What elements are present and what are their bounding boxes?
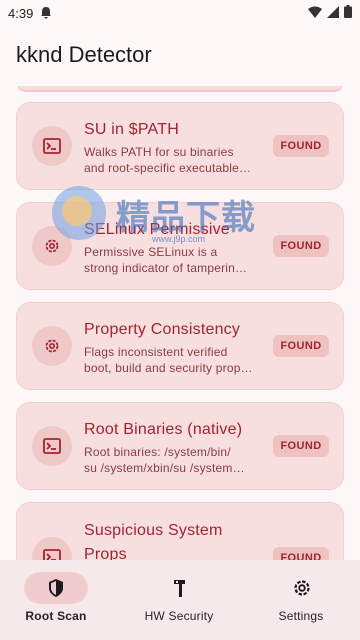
terminal-icon [32,537,72,560]
check-description: Flags inconsistent verified boot, build … [84,345,253,375]
checks-list[interactable]: SU in $PATH Walks PATH for su binaries a… [0,86,360,560]
gear-icon [32,226,72,266]
nav-item-root-scan[interactable]: Root Scan [0,560,120,640]
battery-icon [344,5,352,18]
check-description: Walks PATH for su binaries and root-spec… [84,145,252,175]
status-time: 4:39 [8,5,34,21]
shield-icon [44,576,68,600]
check-card-suspicious-props[interactable]: Suspicious System Props FOUND [16,502,344,560]
check-card-property-consistency[interactable]: Property Consistency Flags inconsistent … [16,302,344,390]
wifi-icon [308,6,322,18]
app-title: kknd Detector [16,42,152,67]
bottom-navigation: Root Scan HW Security Settings [0,560,360,640]
nav-label: Root Scan [25,609,87,623]
check-card-root-binaries[interactable]: Root Binaries (native) Root binaries: /s… [16,402,344,490]
hammer-icon [168,576,192,600]
terminal-icon [32,126,72,166]
status-badge: FOUND [273,335,329,357]
status-badge: FOUND [273,135,329,157]
gear-icon [32,326,72,366]
nav-item-settings[interactable]: Settings [240,560,360,640]
check-title: SU in $PATH [84,121,179,138]
status-bar: 4:39 [0,0,360,26]
status-badge: FOUND [273,547,329,560]
nav-label: HW Security [144,609,214,623]
nav-label: Settings [278,609,324,623]
terminal-icon [32,426,72,466]
notification-icon [41,7,52,19]
card-partial-top[interactable] [16,86,344,92]
check-title: SELinux Permissive [84,221,230,238]
check-card-selinux[interactable]: SELinux Permissive Permissive SELinux is… [16,202,344,290]
check-card-su-path[interactable]: SU in $PATH Walks PATH for su binaries a… [16,102,344,190]
nav-item-hw-security[interactable]: HW Security [120,560,240,640]
settings-icon [290,576,314,600]
check-description: Permissive SELinux is a strong indicator… [84,245,248,275]
check-title: Root Binaries (native) [84,421,243,438]
status-badge: FOUND [273,235,329,257]
check-title: Suspicious System Props [84,522,223,560]
signal-icon [327,5,339,18]
check-description: Root binaries: /system/bin/ su /system/x… [84,445,245,475]
check-title: Property Consistency [84,321,241,338]
status-badge: FOUND [273,435,329,457]
